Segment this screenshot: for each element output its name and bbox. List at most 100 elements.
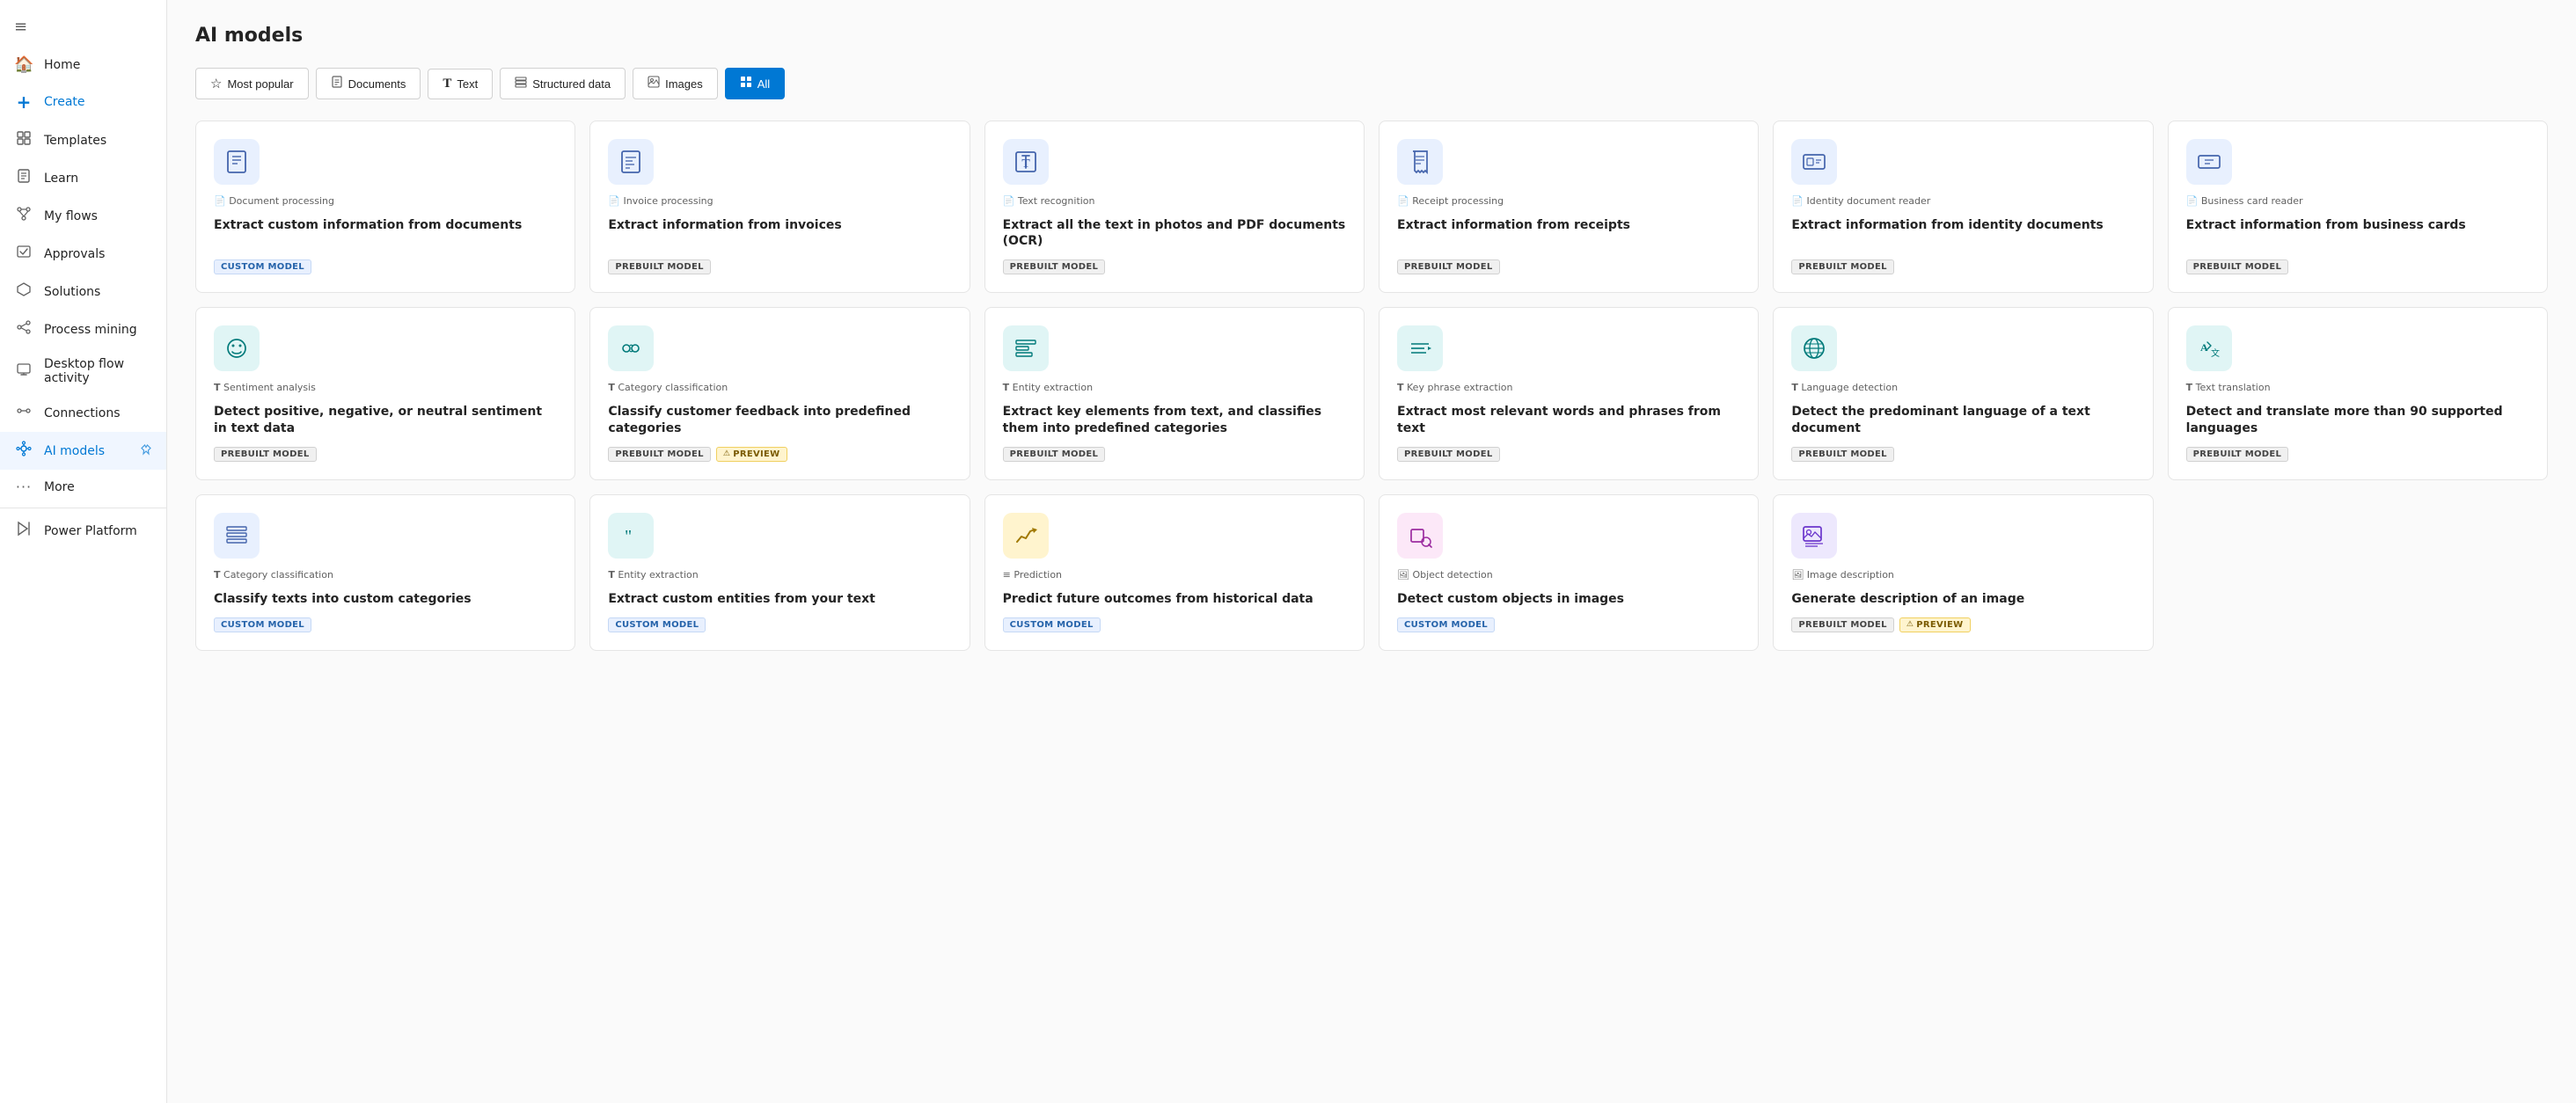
sidebar-item-process-mining[interactable]: Process mining xyxy=(0,310,166,348)
card-icon xyxy=(214,513,260,559)
sidebar-item-label: Learn xyxy=(44,172,78,186)
sidebar-item-more[interactable]: ··· More xyxy=(0,470,166,504)
card-meta-text: Text translation xyxy=(2196,382,2271,393)
all-filter-icon xyxy=(740,76,752,91)
filter-tab-label: Documents xyxy=(348,77,406,91)
desktop-flow-icon xyxy=(14,362,33,382)
card-meta-text: Receipt processing xyxy=(1412,195,1504,207)
sidebar-item-label: Desktop flow activity xyxy=(44,357,152,385)
badge-prebuilt: PREBUILT MODEL xyxy=(1791,617,1894,632)
card-meta-text: Category classification xyxy=(618,382,728,393)
card-badges: PREBUILT MODEL xyxy=(2186,447,2529,462)
card-language-detection[interactable]: T Language detection Detect the predomin… xyxy=(1773,307,2153,479)
card-title: Extract information from receipts xyxy=(1397,217,1740,233)
card-meta: 🖼 Image description xyxy=(1791,569,2134,581)
card-entity-extraction-custom[interactable]: " T Entity extraction Extract custom ent… xyxy=(589,494,970,651)
pin-icon[interactable] xyxy=(140,443,152,458)
home-icon: 🏠 xyxy=(14,55,33,74)
card-title: Classify texts into custom categories xyxy=(214,591,557,607)
templates-icon xyxy=(14,130,33,150)
filter-tab-label: All xyxy=(757,77,770,91)
sidebar-item-connections[interactable]: Connections xyxy=(0,394,166,432)
badge-prebuilt: PREBUILT MODEL xyxy=(1791,447,1894,462)
card-meta: T Entity extraction xyxy=(1003,382,1346,393)
card-badges: CUSTOM MODEL xyxy=(608,617,951,632)
card-badges: PREBUILT MODEL xyxy=(2186,259,2529,274)
card-text-recognition[interactable]: T 📄 Text recognition Extract all the tex… xyxy=(984,121,1365,293)
card-image-description[interactable]: 🖼 Image description Generate description… xyxy=(1773,494,2153,651)
card-text-translation[interactable]: A文 T Text translation Detect and transla… xyxy=(2168,307,2548,479)
card-meta-text: Document processing xyxy=(229,195,334,207)
card-meta: T Entity extraction xyxy=(608,569,951,581)
filter-tab-all[interactable]: All xyxy=(725,68,785,99)
card-receipt-processing[interactable]: 📄 Receipt processing Extract information… xyxy=(1379,121,1759,293)
card-type-icon: T xyxy=(2186,382,2193,393)
sidebar-item-desktop-flow[interactable]: Desktop flow activity xyxy=(0,348,166,394)
card-title: Extract most relevant words and phrases … xyxy=(1397,404,1740,435)
card-badges: CUSTOM MODEL xyxy=(1397,617,1740,632)
card-type-icon: T xyxy=(214,382,221,393)
most-popular-icon: ☆ xyxy=(210,76,222,91)
filter-tab-images[interactable]: Images xyxy=(633,68,718,99)
card-sentiment-analysis[interactable]: T Sentiment analysis Detect positive, ne… xyxy=(195,307,575,479)
card-key-phrase-extraction[interactable]: T Key phrase extraction Extract most rel… xyxy=(1379,307,1759,479)
filter-tab-most-popular[interactable]: ☆ Most popular xyxy=(195,68,309,99)
card-entity-extraction[interactable]: T Entity extraction Extract key elements… xyxy=(984,307,1365,479)
card-meta: 📄 Document processing xyxy=(214,195,557,207)
badge-custom: CUSTOM MODEL xyxy=(1003,617,1101,632)
filter-tab-documents[interactable]: Documents xyxy=(316,68,421,99)
sidebar-item-templates[interactable]: Templates xyxy=(0,121,166,159)
badge-custom: CUSTOM MODEL xyxy=(214,259,311,274)
card-meta: 📄 Business card reader xyxy=(2186,195,2529,207)
sidebar-item-power-platform[interactable]: Power Platform xyxy=(0,512,166,550)
filter-tab-text[interactable]: T Text xyxy=(428,69,493,99)
card-icon xyxy=(608,139,654,185)
card-icon: " xyxy=(608,513,654,559)
card-meta: T Sentiment analysis xyxy=(214,382,557,393)
sidebar-item-label: My flows xyxy=(44,209,98,223)
card-category-classification[interactable]: T Category classification Classify custo… xyxy=(589,307,970,479)
sidebar-item-label: Process mining xyxy=(44,323,137,337)
card-category-classification-custom[interactable]: T Category classification Classify texts… xyxy=(195,494,575,651)
filter-tabs: ☆ Most popular Documents T Text Structur… xyxy=(195,68,2548,99)
card-prediction[interactable]: ≡ Prediction Predict future outcomes fro… xyxy=(984,494,1365,651)
card-business-card[interactable]: 📄 Business card reader Extract informati… xyxy=(2168,121,2548,293)
card-meta-text: Sentiment analysis xyxy=(223,382,316,393)
sidebar-item-learn[interactable]: Learn xyxy=(0,159,166,197)
sidebar-item-create[interactable]: + Create xyxy=(0,83,166,121)
text-filter-icon: T xyxy=(443,77,451,91)
card-title: Predict future outcomes from historical … xyxy=(1003,591,1346,607)
card-identity-doc[interactable]: 📄 Identity document reader Extract infor… xyxy=(1773,121,2153,293)
card-invoice-processing[interactable]: 📄 Invoice processing Extract information… xyxy=(589,121,970,293)
card-type-icon: T xyxy=(1397,382,1404,393)
card-badges: PREBUILT MODEL PREVIEW xyxy=(1791,617,2134,632)
documents-icon xyxy=(331,76,343,91)
badge-custom: CUSTOM MODEL xyxy=(608,617,706,632)
card-type-icon: T xyxy=(608,382,615,393)
sidebar-item-ai-models[interactable]: AI models xyxy=(0,432,166,470)
sidebar-item-home[interactable]: 🏠 Home xyxy=(0,47,166,83)
card-type-icon: 📄 xyxy=(1003,195,1015,207)
card-type-icon: 🖼 xyxy=(1397,569,1409,581)
card-title: Generate description of an image xyxy=(1791,591,2134,607)
main-content: AI models ☆ Most popular Documents T Tex… xyxy=(167,0,2576,1103)
more-icon: ··· xyxy=(14,478,33,495)
card-badges: CUSTOM MODEL xyxy=(1003,617,1346,632)
sidebar-item-approvals[interactable]: Approvals xyxy=(0,235,166,273)
card-icon xyxy=(2186,139,2232,185)
card-meta-text: Object detection xyxy=(1412,569,1492,581)
badge-preview: PREVIEW xyxy=(1899,617,1971,632)
card-meta: T Category classification xyxy=(608,382,951,393)
card-title: Extract key elements from text, and clas… xyxy=(1003,404,1346,435)
card-meta-text: Entity extraction xyxy=(1013,382,1093,393)
badge-prebuilt: PREBUILT MODEL xyxy=(1397,259,1500,274)
card-meta-text: Identity document reader xyxy=(1807,195,1931,207)
card-doc-processing[interactable]: 📄 Document processing Extract custom inf… xyxy=(195,121,575,293)
sidebar-item-my-flows[interactable]: My flows xyxy=(0,197,166,235)
badge-prebuilt: PREBUILT MODEL xyxy=(2186,259,2289,274)
card-object-detection[interactable]: 🖼 Object detection Detect custom objects… xyxy=(1379,494,1759,651)
sidebar-item-label: Connections xyxy=(44,406,121,420)
menu-icon[interactable]: ≡ xyxy=(0,7,166,47)
sidebar-item-solutions[interactable]: Solutions xyxy=(0,273,166,310)
filter-tab-structured-data[interactable]: Structured data xyxy=(500,68,626,99)
